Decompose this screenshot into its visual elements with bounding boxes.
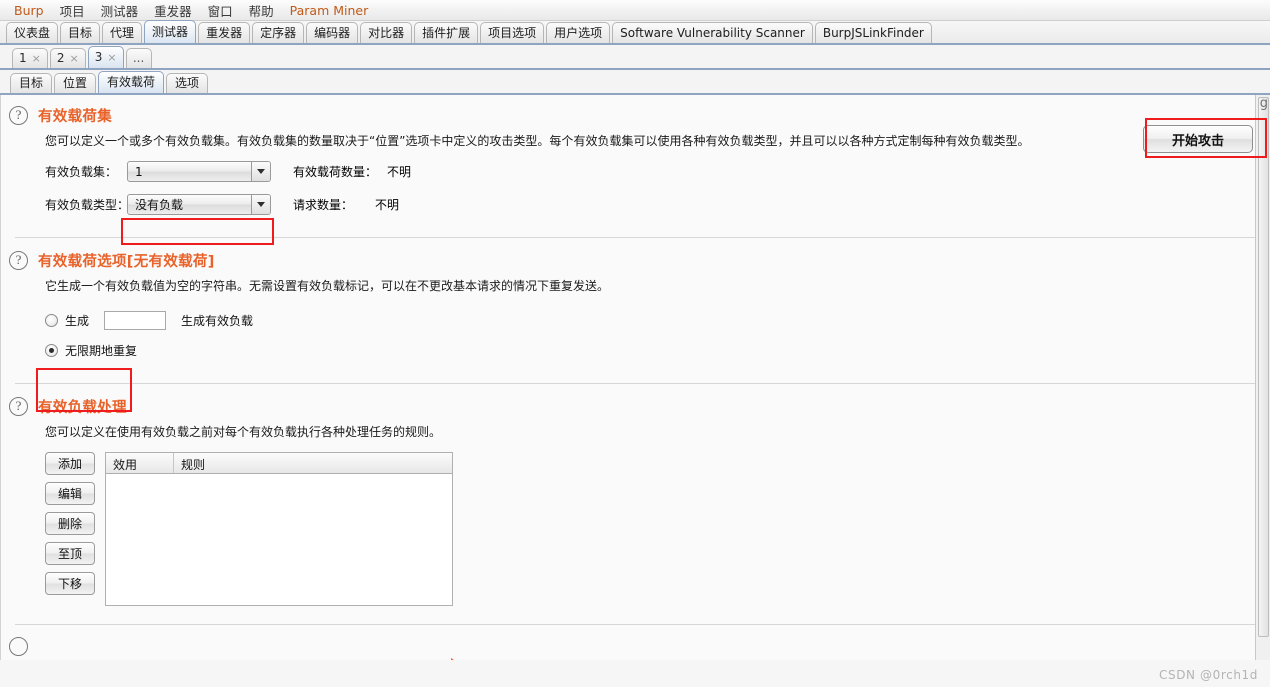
payload-processing-description: 您可以定义在使用有效负载之前对每个有效负载执行各种处理任务的规则。 [45,425,442,439]
edit-rule-button[interactable]: 编辑 [45,482,95,505]
subtab-positions[interactable]: 位置 [54,73,97,93]
start-attack-button[interactable]: 开始攻击 [1143,125,1253,153]
burp-suite-window: Burp 项目 测试器 重发器 窗口 帮助 Param Miner 仪表盘 目标… [0,0,1270,687]
tab-dashboard[interactable]: 仪表盘 [6,22,59,43]
attack-tab-2-label: 2 [56,51,65,65]
attack-tab-3-label: 3 [94,50,103,64]
attack-tab-new[interactable]: ... [125,48,152,68]
payload-sets-description: 您可以定义一个或多个有效负载集。有效负载集的数量取决于“位置”选项卡中定义的攻击… [45,134,1030,148]
move-to-top-button[interactable]: 至顶 [45,542,95,565]
attack-tab-1[interactable]: 1 × [12,48,48,68]
payload-options-title: 有效载荷选项[无有效载荷] [38,254,215,270]
help-icon[interactable]: ? [9,106,28,125]
vertical-scrollbar[interactable] [1255,95,1270,660]
help-icon[interactable]: ? [9,397,28,416]
tab-sequencer[interactable]: 定序器 [252,22,305,43]
clipped-glyph: g [1259,96,1268,111]
tab-comparer[interactable]: 对比器 [360,22,413,43]
column-header-enabled: 效用 [106,453,174,473]
delete-rule-button[interactable]: 删除 [45,512,95,535]
section-payload-options: ? 有效载荷选项[无有效载荷] 它生成一个有效负载值为空的字符串。无需设置有效负… [1,238,1270,384]
radio-repeat-indefinitely[interactable] [45,344,58,357]
request-count-value: 不明 [375,198,400,212]
generate-count-input[interactable] [104,311,167,330]
section-next-partial [1,625,1270,656]
close-icon[interactable]: × [70,49,79,68]
scrollbar-thumb[interactable] [1258,97,1269,637]
rule-button-column: 添加 编辑 删除 至顶 下移 [45,452,95,595]
menu-bar: Burp 项目 测试器 重发器 窗口 帮助 Param Miner [0,0,1270,21]
rules-table-header: 效用 规则 [106,453,452,474]
divider [15,624,1256,625]
tab-decoder[interactable]: 编码器 [306,22,359,43]
tab-repeater[interactable]: 重发器 [198,22,251,43]
close-icon[interactable]: × [32,49,41,68]
payload-set-select[interactable]: 1 [127,161,271,182]
attack-tab-bar: 1 × 2 × 3 × ... [0,45,1270,70]
radio-generate[interactable] [45,314,58,327]
payload-type-value: 没有负载 [135,198,184,212]
subtab-options[interactable]: 选项 [166,73,209,93]
help-icon[interactable] [9,637,28,656]
payload-processing-header: ? 有效负载处理 [1,396,1270,417]
payload-processing-title: 有效负载处理 [38,400,127,416]
payload-set-row: 有效负载集： 1 有效载荷数量： 不明 [45,161,1270,182]
add-rule-button[interactable]: 添加 [45,452,95,475]
intruder-sub-tab-bar: 目标 位置 有效载荷 选项 [0,70,1270,95]
attack-tab-2[interactable]: 2 × [49,48,86,68]
chevron-down-icon[interactable] [251,195,270,214]
payload-count-label: 有效载荷数量： [293,165,378,179]
subtab-target[interactable]: 目标 [10,73,53,93]
repeat-label: 无限期地重复 [65,344,138,358]
menu-item-window[interactable]: 窗口 [200,0,241,22]
payload-set-value: 1 [135,164,143,179]
payload-count-value: 不明 [387,165,412,179]
close-icon[interactable]: × [107,48,116,67]
payload-type-select[interactable]: 没有负载 [127,194,271,215]
repeat-option-row: 无限期地重复 [45,342,1270,359]
move-down-button[interactable]: 下移 [45,572,95,595]
tab-project-options[interactable]: 项目选项 [480,22,545,43]
menu-item-burp[interactable]: Burp [6,1,52,20]
payload-sets-title: 有效载荷集 [38,109,112,125]
payload-sets-header: ? 有效载荷集 [1,105,1270,126]
generate-label: 生成 [65,314,90,328]
payload-type-label: 有效负载类型： [45,198,130,212]
expand-arrow-icon[interactable] [451,658,460,660]
chevron-down-icon[interactable] [251,162,270,181]
menu-item-intruder[interactable]: 测试器 [93,0,147,22]
payload-options-description: 它生成一个有效负载值为空的字符串。无需设置有效负载标记，可以在不更改基本请求的情… [45,279,610,293]
payload-type-row: 有效负载类型： 没有负载 请求数量： 不明 [45,194,1270,215]
payload-set-label: 有效负载集： [45,165,118,179]
section-payload-sets: ? 有效载荷集 您可以定义一个或多个有效负载集。有效负载集的数量取决于“位置”选… [1,95,1270,238]
payloads-panel: ? 有效载荷集 您可以定义一个或多个有效负载集。有效负载集的数量取决于“位置”选… [0,95,1270,660]
main-tab-bar: 仪表盘 目标 代理 测试器 重发器 定序器 编码器 对比器 插件扩展 项目选项 … [0,20,1270,45]
help-icon[interactable]: ? [9,251,28,270]
menu-item-project[interactable]: 项目 [52,0,93,22]
tab-extender[interactable]: 插件扩展 [414,22,479,43]
payload-processing-rules-area: 添加 编辑 删除 至顶 下移 效用 规则 [45,452,1270,606]
rules-table[interactable]: 效用 规则 [105,452,453,606]
menu-item-param-miner[interactable]: Param Miner [282,1,377,20]
request-count-label: 请求数量： [293,198,354,212]
watermark: CSDN @0rch1d [1159,668,1258,682]
attack-tab-3[interactable]: 3 × [87,46,124,68]
subtab-payloads[interactable]: 有效载荷 [98,71,165,93]
payload-options-header: ? 有效载荷选项[无有效载荷] [1,250,1270,271]
attack-tab-1-label: 1 [19,51,27,65]
menu-item-repeater[interactable]: 重发器 [146,0,200,22]
menu-item-help[interactable]: 帮助 [241,0,282,22]
generate-suffix-label: 生成有效负载 [181,314,254,328]
tab-proxy[interactable]: 代理 [102,22,143,43]
rules-table-body [106,474,452,605]
generate-option-row: 生成 生成有效负载 [45,311,1270,330]
tab-target[interactable]: 目标 [60,22,101,43]
tab-software-vulnerability-scanner[interactable]: Software Vulnerability Scanner [612,22,813,43]
column-header-rule: 规则 [181,457,206,472]
tab-intruder[interactable]: 测试器 [144,20,197,43]
tab-user-options[interactable]: 用户选项 [546,22,611,43]
section-payload-processing: ? 有效负载处理 您可以定义在使用有效负载之前对每个有效负载执行各种处理任务的规… [1,384,1270,625]
tab-burpjslinkfinder[interactable]: BurpJSLinkFinder [814,22,932,43]
